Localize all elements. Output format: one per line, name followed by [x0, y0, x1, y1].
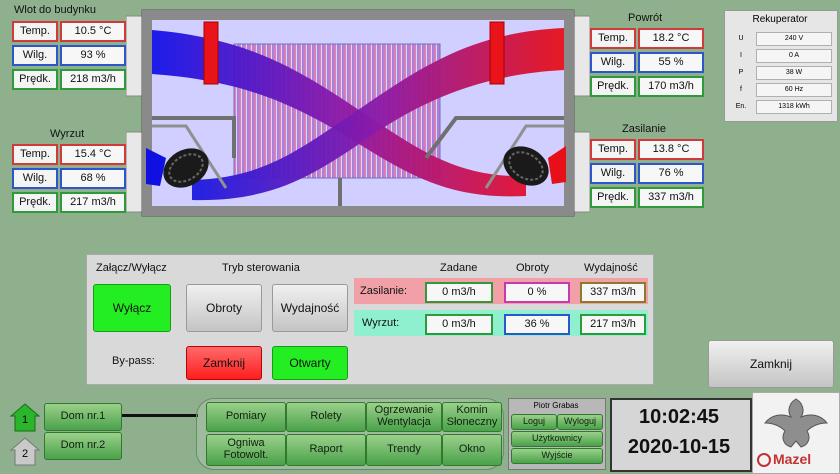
close-button[interactable]: Zamknij	[708, 340, 834, 388]
exhaust-row-label: Wyrzut:	[362, 317, 400, 329]
supply-hum-value: 76 %	[638, 163, 704, 184]
supply-flow-value: 337 m3/h	[638, 187, 704, 208]
mode-label: Tryb sterowania	[222, 262, 300, 274]
recuperator-row: En. 1318 kWh	[730, 100, 834, 114]
recuperator-value: 240 V	[756, 32, 832, 46]
onoff-label: Załącz/Wyłącz	[96, 262, 167, 274]
heat-exchanger-diagram	[126, 9, 590, 217]
nav-measurements-button[interactable]: Pomiary	[206, 402, 286, 432]
recuperator-key: f	[740, 86, 742, 93]
recuperator-row: f 60 Hz	[730, 83, 834, 97]
supply-flow-label: Prędk.	[590, 187, 636, 208]
intake-hum-label: Wilg.	[12, 45, 58, 66]
recuperator-value: 0 A	[756, 49, 832, 63]
house-2-number: 2	[21, 448, 29, 460]
return-temp-label: Temp.	[590, 28, 636, 49]
recuperator-value: 60 Hz	[756, 83, 832, 97]
supply-temp-value: 13.8 °C	[638, 139, 704, 160]
clock-time: 10:02:45	[638, 406, 720, 428]
bypass-close-button[interactable]: Zamknij	[186, 346, 262, 380]
exhaust-rpm-value: 36 %	[504, 314, 570, 335]
exhaust-flow-label: Prędk.	[12, 192, 58, 213]
house-2-button[interactable]: Dom nr.2	[44, 432, 122, 460]
intake-hum-value: 93 %	[60, 45, 126, 66]
supply-set-value[interactable]: 0 m3/h	[425, 282, 493, 303]
recuperator-key: U	[738, 35, 744, 42]
intake-flow-value: 218 m3/h	[60, 69, 126, 90]
recuperator-value: 1318 kWh	[756, 100, 832, 114]
supply-row-label: Zasilanie:	[360, 285, 408, 297]
exhaust-set-value[interactable]: 0 m3/h	[425, 314, 493, 335]
mode-capacity-button[interactable]: Wydajność	[272, 284, 348, 332]
nav-solar-chimney-button[interactable]: Komin Słoneczny	[442, 402, 502, 432]
user-name: Piotr Grabas	[533, 401, 579, 410]
exhaust-title: Wyrzut	[50, 128, 85, 140]
supply-temp-label: Temp.	[590, 139, 636, 160]
exhaust-temp-label: Temp.	[12, 144, 58, 165]
supply-rpm-value: 0 %	[504, 282, 570, 303]
col-set-header: Zadane	[440, 262, 478, 274]
clock-date: 2020-10-15	[627, 436, 731, 458]
house-connector-line	[122, 414, 198, 417]
exhaust-temp-value: 15.4 °C	[60, 144, 126, 165]
bypass-open-button[interactable]: Otwarty	[272, 346, 348, 380]
login-button[interactable]: Loguj	[511, 414, 557, 430]
bypass-label: By-pass:	[112, 355, 155, 367]
intake-temp-value: 10.5 °C	[60, 21, 126, 42]
recuperator-title: Rekuperator	[752, 14, 808, 25]
return-temp-value: 18.2 °C	[638, 28, 704, 49]
exhaust-flow-value: 217 m3/h	[60, 192, 126, 213]
nav-heating-button[interactable]: Ogrzewanie Wentylacja	[366, 402, 442, 432]
recuperator-row: P 38 W	[730, 66, 834, 80]
intake-flow-label: Prędk.	[12, 69, 58, 90]
nav-report-button[interactable]: Raport	[286, 434, 366, 466]
col-capacity-header: Wydajność	[584, 262, 638, 274]
recuperator-key: I	[740, 52, 742, 59]
supply-capacity-value: 337 m3/h	[580, 282, 646, 303]
nav-trends-button[interactable]: Trendy	[366, 434, 442, 466]
intake-temp-label: Temp.	[12, 21, 58, 42]
return-flow-value: 170 m3/h	[638, 76, 704, 97]
house-1-number: 1	[21, 414, 29, 426]
return-hum-value: 55 %	[638, 52, 704, 73]
users-button[interactable]: Użytkownicy	[511, 431, 603, 447]
nav-pv-button[interactable]: Ogniwa Fotowolt.	[206, 434, 286, 466]
supply-hum-label: Wilg.	[590, 163, 636, 184]
supply-title: Zasilanie	[622, 123, 667, 135]
recuperator-row: U 240 V	[730, 32, 834, 46]
exhaust-hum-value: 68 %	[60, 168, 126, 189]
logo-panel: Mazel	[752, 392, 840, 474]
return-flow-label: Prędk.	[590, 76, 636, 97]
exit-button[interactable]: Wyjście	[511, 448, 603, 464]
exhaust-hum-label: Wilg.	[12, 168, 58, 189]
nav-blinds-button[interactable]: Rolety	[286, 402, 366, 432]
logo-mark-icon	[757, 453, 771, 467]
exhaust-capacity-value: 217 m3/h	[580, 314, 646, 335]
return-title: Powrót	[628, 12, 663, 24]
recuperator-key: En.	[735, 103, 747, 110]
nav-window-button[interactable]: Okno	[442, 434, 502, 466]
eagle-logo-icon	[763, 398, 829, 448]
intake-title: Wlot do budynku	[14, 4, 96, 16]
logout-button[interactable]: Wyloguj	[557, 414, 603, 430]
mode-rpm-button[interactable]: Obroty	[186, 284, 262, 332]
return-hum-label: Wilg.	[590, 52, 636, 73]
recuperator-key: P	[738, 69, 744, 76]
house-1-button[interactable]: Dom nr.1	[44, 403, 122, 431]
off-button[interactable]: Wyłącz	[93, 284, 171, 332]
logo-text: Mazel	[773, 451, 812, 467]
recuperator-row: I 0 A	[730, 49, 834, 63]
recuperator-value: 38 W	[756, 66, 832, 80]
col-rpm-header: Obroty	[516, 262, 550, 274]
